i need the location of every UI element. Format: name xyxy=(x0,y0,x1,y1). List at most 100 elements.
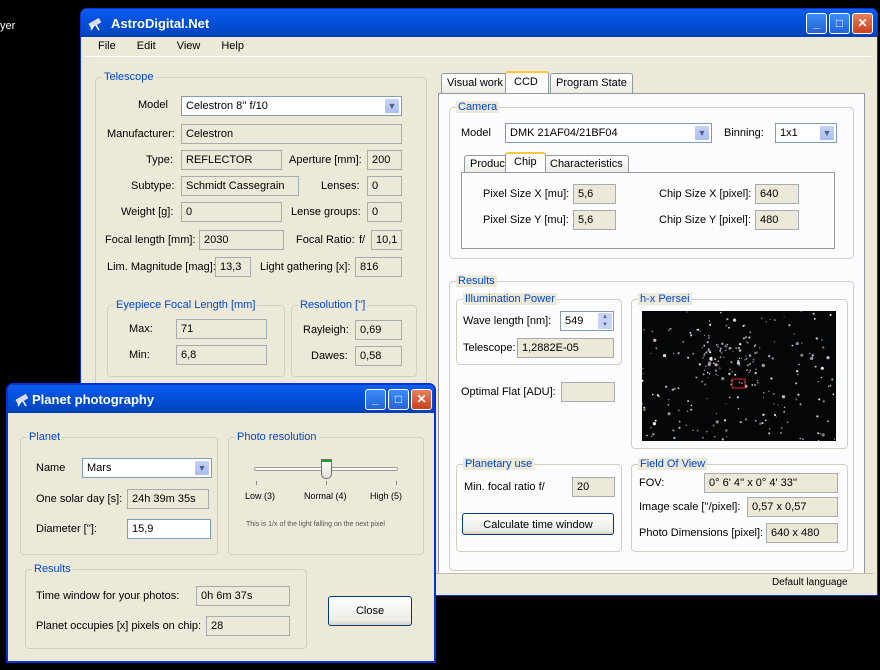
planet-title-bar[interactable]: Planet photography _ □ ✕ xyxy=(8,385,434,413)
star xyxy=(796,370,799,373)
star xyxy=(689,331,692,334)
eyepiece-min-field: 6,8 xyxy=(176,345,267,365)
dawes-field: 0,58 xyxy=(355,346,402,366)
spinner-up-icon[interactable]: ▲ xyxy=(598,313,612,321)
star xyxy=(749,369,752,372)
tab-program-state[interactable]: Program State xyxy=(550,73,633,93)
subtype-label: Subtype: xyxy=(131,180,175,192)
close-window-button[interactable]: ✕ xyxy=(411,389,432,410)
lense-groups-field: 0 xyxy=(367,202,402,222)
camera-group-label: Camera xyxy=(456,101,500,113)
star xyxy=(770,377,773,380)
star xyxy=(821,433,825,437)
telescope-illum-field: 1,2882E-05 xyxy=(517,338,614,358)
star xyxy=(718,367,721,369)
planet-close-button[interactable]: Close xyxy=(328,596,412,626)
chevron-down-icon[interactable]: ▼ xyxy=(694,125,710,141)
diameter-input[interactable]: 15,9 xyxy=(127,519,211,539)
subtab-characteristics[interactable]: Characteristics xyxy=(544,155,629,172)
star xyxy=(737,407,740,410)
star xyxy=(733,318,737,322)
star xyxy=(723,419,727,422)
star xyxy=(737,346,741,350)
star xyxy=(705,365,707,367)
star xyxy=(730,361,733,364)
star xyxy=(677,387,680,390)
star xyxy=(715,420,719,424)
pixel-size-x-field: 5,6 xyxy=(573,184,616,204)
tab-ccd[interactable]: CCD xyxy=(505,71,549,93)
telescope-illum-label: Telescope: xyxy=(463,342,516,354)
lim-magnitude-field: 13,3 xyxy=(215,257,251,277)
star xyxy=(753,345,756,347)
star xyxy=(705,351,708,354)
star xyxy=(725,403,727,405)
star xyxy=(715,373,717,375)
chevron-down-icon[interactable]: ▼ xyxy=(819,125,835,141)
chevron-down-icon[interactable]: ▼ xyxy=(384,98,400,114)
star xyxy=(802,438,804,440)
star xyxy=(768,432,771,435)
calculate-time-window-button[interactable]: Calculate time window xyxy=(462,513,614,535)
menu-file[interactable]: File xyxy=(85,37,124,52)
star xyxy=(756,381,759,384)
star xyxy=(731,370,733,373)
tick-normal xyxy=(326,481,327,485)
star xyxy=(707,337,710,339)
maximize-button[interactable]: □ xyxy=(388,389,409,410)
photo-dimensions-label: Photo Dimensions [pixel]: xyxy=(639,527,764,539)
pixel-size-y-field: 5,6 xyxy=(573,210,616,230)
star xyxy=(714,369,718,372)
star xyxy=(793,333,795,335)
star xyxy=(724,344,728,348)
planet-name-select[interactable]: Mars ▼ xyxy=(82,458,212,478)
star xyxy=(721,342,724,345)
type-label: Type: xyxy=(146,154,173,166)
time-window-field: 0h 6m 37s xyxy=(196,586,290,606)
star xyxy=(781,427,783,429)
binning-select[interactable]: 1x1 ▼ xyxy=(775,123,837,143)
star xyxy=(769,318,771,321)
photo-resolution-group-label: Photo resolution xyxy=(235,431,319,443)
star xyxy=(650,435,653,438)
menu-view[interactable]: View xyxy=(164,37,209,52)
wave-length-value: 549 xyxy=(565,315,584,327)
planet-results-group-label: Results xyxy=(32,563,73,575)
title-bar[interactable]: AstroDigital.Net _ □ ✕ xyxy=(81,9,877,37)
subtab-chip[interactable]: Chip xyxy=(505,152,546,172)
minimize-button[interactable]: _ xyxy=(365,389,386,410)
star xyxy=(703,355,705,357)
star xyxy=(687,400,689,402)
star xyxy=(761,317,763,319)
star xyxy=(695,376,698,379)
resolution-slider-thumb[interactable] xyxy=(321,459,332,479)
close-button[interactable]: ✕ xyxy=(852,13,873,34)
wave-length-input[interactable]: 549 ▲ ▼ xyxy=(560,311,614,331)
star xyxy=(774,319,776,321)
star xyxy=(702,373,705,376)
menu-edit[interactable]: Edit xyxy=(124,37,164,52)
star xyxy=(703,334,706,336)
chevron-down-icon[interactable]: ▼ xyxy=(194,460,210,476)
planetary-use-group-label: Planetary use xyxy=(463,458,535,470)
star xyxy=(703,344,706,347)
telescope-model-select[interactable]: Celestron 8'' f/10 ▼ xyxy=(181,96,402,116)
tab-visual-work[interactable]: Visual work xyxy=(441,73,510,93)
menu-help[interactable]: Help xyxy=(208,37,252,52)
star xyxy=(682,340,685,343)
spinner-down-icon[interactable]: ▼ xyxy=(598,321,612,329)
star xyxy=(738,357,741,359)
star xyxy=(769,428,771,430)
maximize-button[interactable]: □ xyxy=(829,13,850,34)
min-focal-ratio-label: Min. focal ratio f/ xyxy=(464,481,545,493)
solar-day-field: 24h 39m 35s xyxy=(127,489,209,509)
star xyxy=(744,358,746,361)
star xyxy=(736,396,739,399)
star xyxy=(710,358,713,362)
minimize-button[interactable]: _ xyxy=(806,13,827,34)
star xyxy=(754,419,757,422)
solar-day-label: One solar day [s]: xyxy=(36,493,123,505)
star xyxy=(820,339,823,341)
star xyxy=(820,377,822,379)
camera-model-select[interactable]: DMK 21AF04/21BF04 ▼ xyxy=(505,123,712,143)
